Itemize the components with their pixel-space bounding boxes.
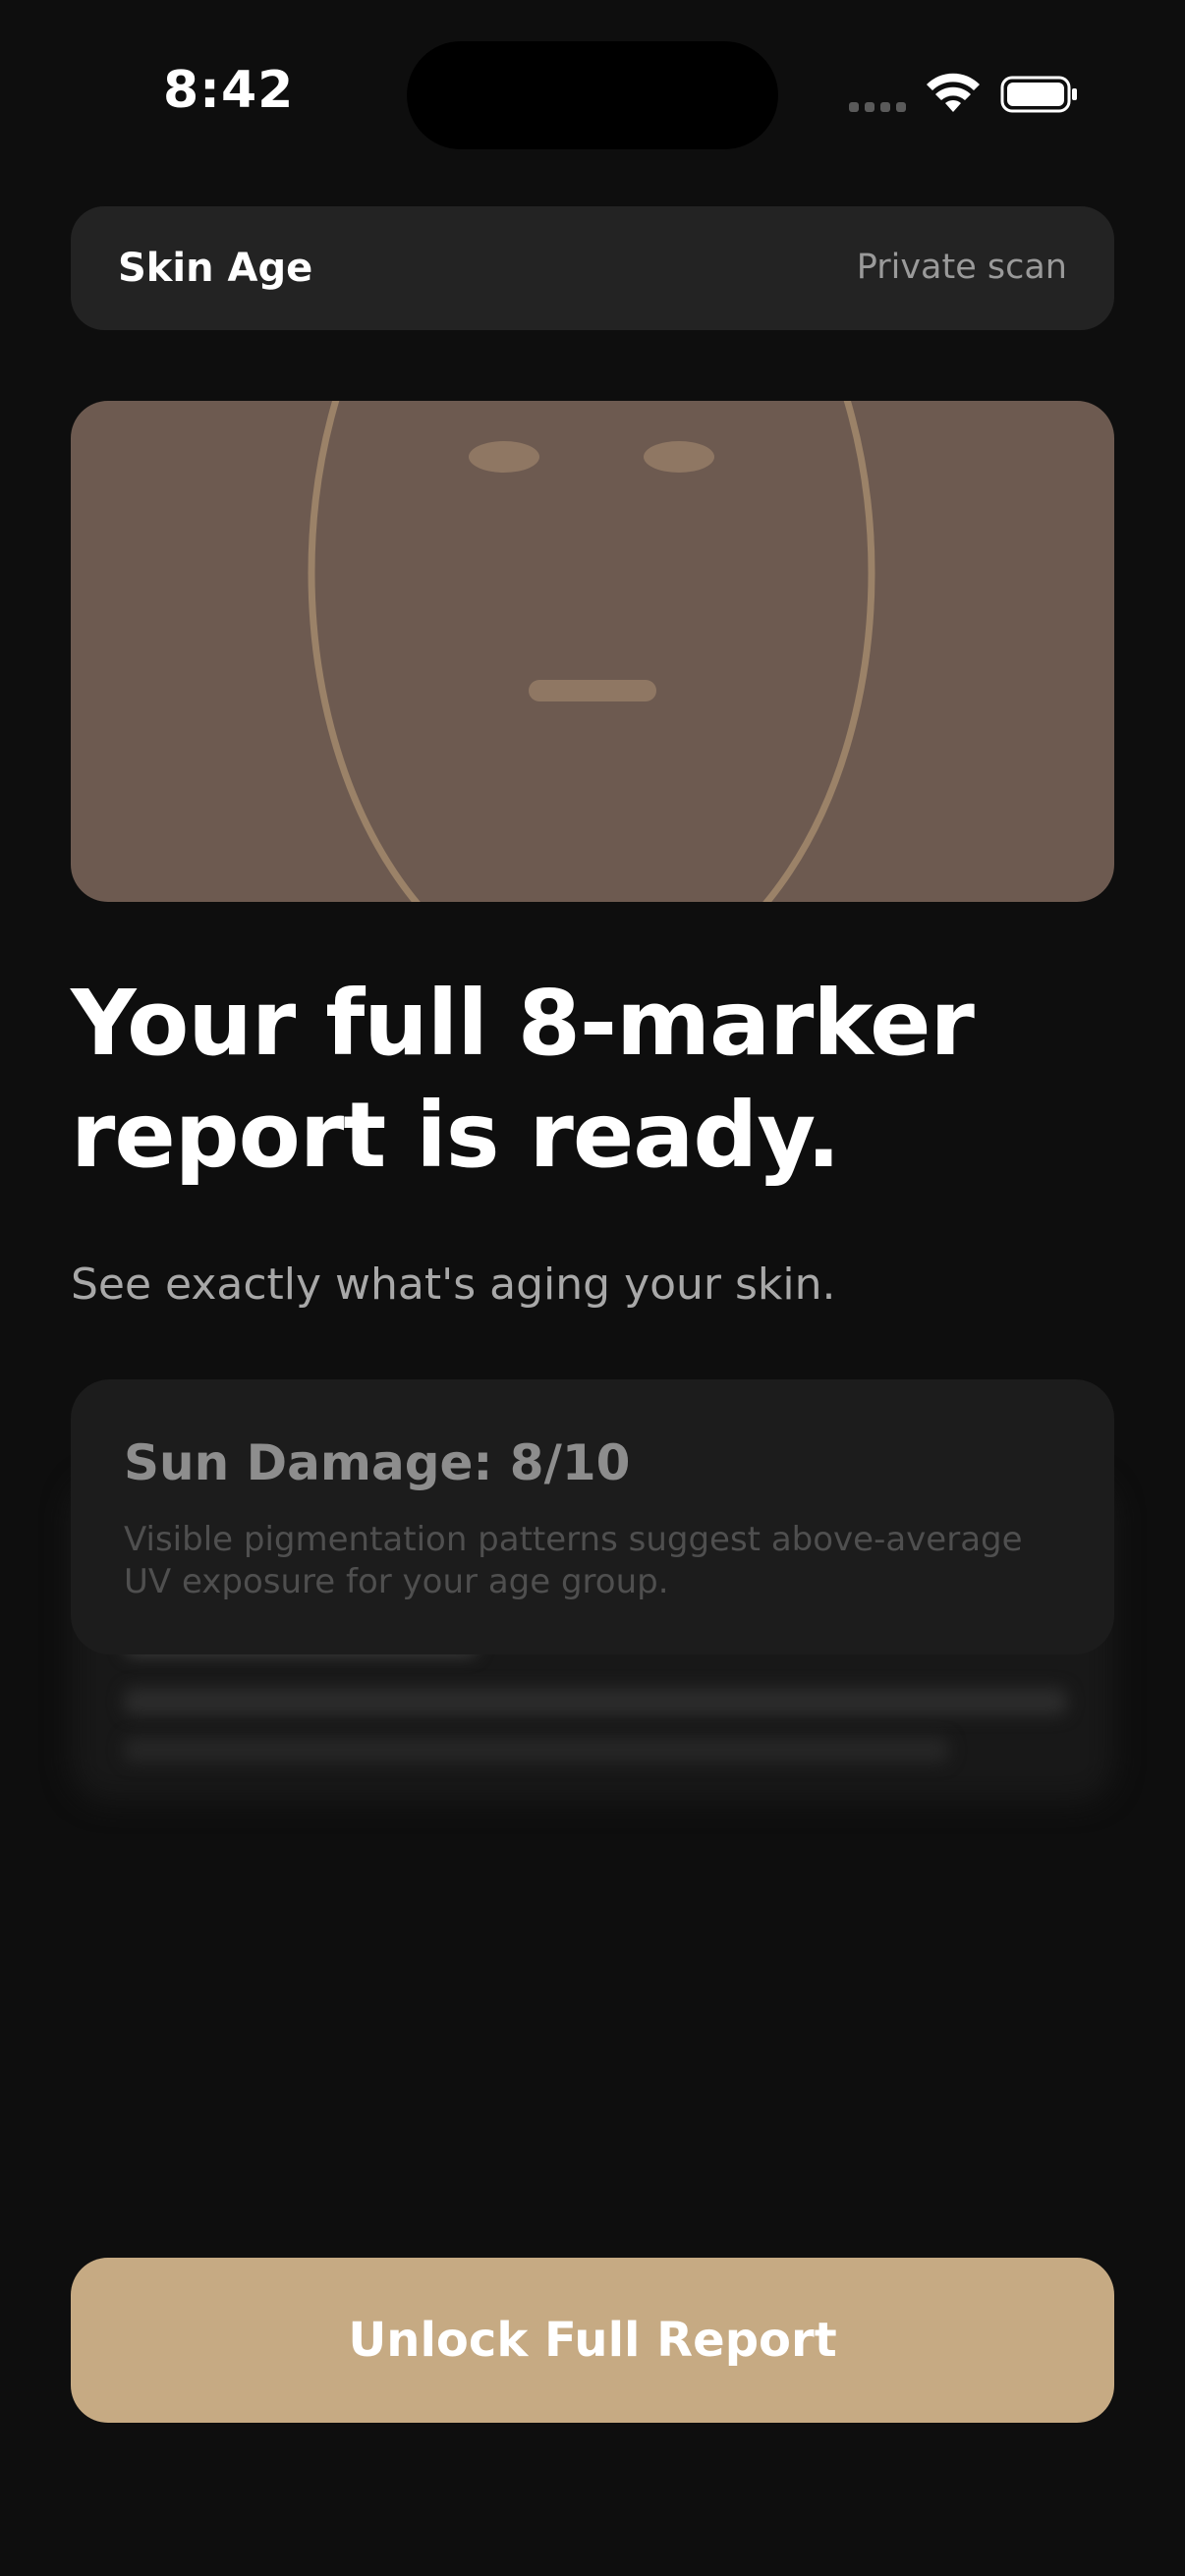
status-time: 8:42 bbox=[163, 61, 295, 120]
cellular-signal-icon bbox=[849, 102, 906, 112]
face-outline-illustration bbox=[308, 401, 875, 902]
battery-icon bbox=[1000, 76, 1077, 113]
page-title-line-1: Your full 8-marker bbox=[71, 971, 975, 1076]
app-header: Skin Age Private scan bbox=[71, 206, 1114, 330]
face-scan-preview bbox=[71, 401, 1114, 902]
privacy-label: Private scan bbox=[856, 248, 1067, 287]
right-eye-icon bbox=[644, 441, 714, 473]
blurred-line bbox=[124, 1688, 1067, 1715]
wifi-icon bbox=[927, 73, 980, 112]
unlock-full-report-button[interactable]: Unlock Full Report bbox=[71, 2258, 1114, 2423]
left-eye-icon bbox=[469, 441, 539, 473]
marker-title: Sun Damage: 8/10 bbox=[124, 1434, 631, 1491]
report-preview: Sun Damage: 8/10 Visible pigmentation pa… bbox=[71, 1379, 1114, 1831]
dynamic-island bbox=[407, 41, 778, 149]
marker-description: Visible pigmentation patterns suggest ab… bbox=[124, 1520, 1023, 1601]
blurred-line bbox=[124, 1737, 949, 1763]
page-title-line-2: report is ready. bbox=[71, 1083, 841, 1188]
page-title: Your full 8-marker report is ready. bbox=[71, 968, 1114, 1192]
marker-card: Sun Damage: 8/10 Visible pigmentation pa… bbox=[71, 1379, 1114, 1654]
page-subtitle: See exactly what's aging your skin. bbox=[71, 1260, 836, 1310]
app-title: Skin Age bbox=[118, 246, 313, 291]
mouth-icon bbox=[529, 680, 656, 701]
